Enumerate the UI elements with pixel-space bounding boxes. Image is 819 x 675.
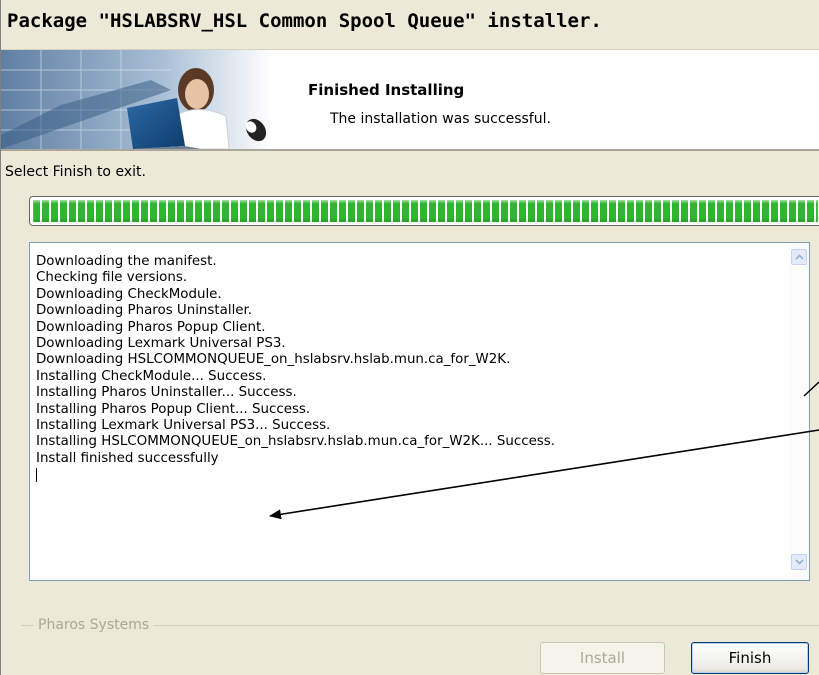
vertical-scrollbar[interactable] [789, 243, 809, 580]
log-line: Installing HSLCOMMONQUEUE_on_hslabsrv.hs… [36, 434, 556, 450]
window-title: Package "HSLABSRV_HSL Common Spool Queue… [7, 10, 602, 32]
log-line: Checking file versions. [36, 270, 188, 286]
progress-bar [29, 196, 819, 226]
log-line: Downloading HSLCOMMONQUEUE_on_hslabsrv.h… [36, 352, 511, 368]
log-line: Downloading the manifest. [36, 254, 217, 269]
install-button[interactable]: Install [540, 642, 665, 674]
log-line: Installing Pharos Popup Client... Succes… [36, 401, 311, 417]
log-line: Downloading Lexmark Universal PS3. [36, 335, 286, 351]
scroll-down-button[interactable] [791, 554, 807, 570]
log-line: Installing CheckModule... Success. [36, 368, 267, 384]
chevron-down-icon [795, 559, 804, 565]
log-caret-line [36, 467, 784, 483]
log-textbox[interactable]: Downloading the manifest. Checking file … [29, 242, 810, 581]
log-text: Downloading the manifest. Checking file … [36, 254, 784, 483]
installer-window: Package "HSLABSRV_HSL Common Spool Queue… [0, 0, 819, 675]
header-subtitle: The installation was successful. [330, 111, 551, 127]
log-line: Downloading Pharos Popup Client. [36, 319, 266, 335]
header-panel: Finished Installing The installation was… [1, 50, 819, 151]
vendor-label: Pharos Systems [34, 617, 154, 633]
scroll-up-button[interactable] [791, 249, 807, 265]
log-line: Downloading CheckModule. [36, 286, 222, 302]
header-title: Finished Installing [308, 81, 465, 99]
banner-image [1, 50, 271, 149]
finish-button[interactable]: Finish [691, 642, 809, 674]
log-line: Installing Pharos Uninstaller... Success… [36, 385, 297, 401]
title-bar: Package "HSLABSRV_HSL Common Spool Queue… [1, 0, 819, 50]
log-line: Installing Lexmark Universal PS3... Succ… [36, 417, 331, 433]
log-line: Install finished successfully [36, 450, 219, 466]
log-line: Downloading Pharos Uninstaller. [36, 303, 253, 319]
progress-fill [33, 200, 818, 222]
instruction-text: Select Finish to exit. [5, 164, 146, 180]
text-caret [36, 468, 37, 483]
chevron-up-icon [795, 254, 804, 260]
